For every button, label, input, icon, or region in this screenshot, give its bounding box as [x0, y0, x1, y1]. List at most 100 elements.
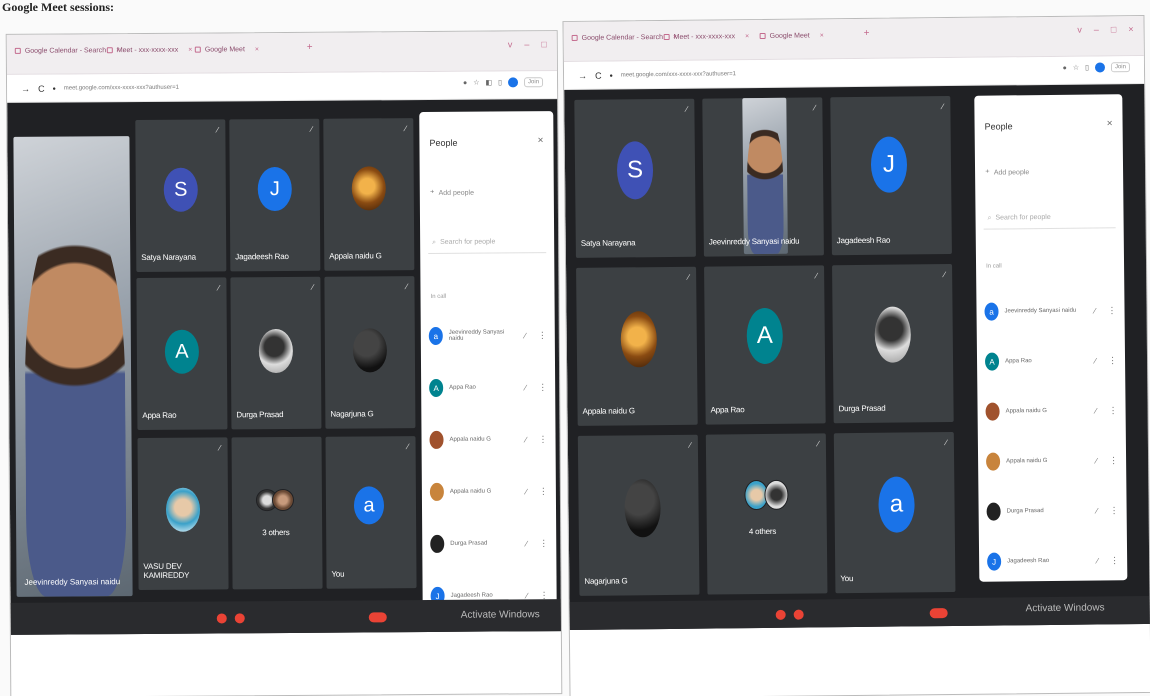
people-list-item[interactable]: a Jeevinreddy Sanyasi naidu ⁄ ⋮ [984, 300, 1117, 321]
new-tab-button[interactable]: + [864, 28, 870, 39]
people-panel: People × ⁺ Add people ⌕ Search for people … [974, 94, 1128, 582]
participant-tile[interactable]: ⁄ VASU DEV KAMIREDDY [137, 437, 229, 591]
minimize-icon[interactable]: – [524, 39, 529, 49]
search-people-input[interactable]: ⌕ Search for people [428, 231, 547, 254]
tablet-icon[interactable]: ▯ [1085, 64, 1089, 72]
participant-tile[interactable]: ⁄ a You [833, 431, 956, 594]
tab-search-icon[interactable]: v [1077, 25, 1082, 35]
more-options-icon[interactable]: ⋮ [538, 434, 547, 445]
url-field[interactable]: meet.google.com/xxx-xxxx-xxx?authuser=1 [64, 84, 179, 91]
activate-windows-watermark: Activate Windows [460, 609, 540, 621]
more-options-icon[interactable]: ⋮ [538, 382, 547, 393]
location-icon[interactable]: ● [463, 79, 467, 86]
people-list-item[interactable]: A Appa Rao ⁄ ⋮ [984, 350, 1117, 371]
participant-tile[interactable]: ⁄ Nagarjuna G [577, 434, 700, 596]
tab-close-icon[interactable]: × [745, 33, 749, 40]
tab-close-icon[interactable]: × [188, 46, 192, 53]
join-button[interactable]: Join [1110, 62, 1131, 73]
reload-icon[interactable]: C [38, 83, 45, 93]
more-options-icon[interactable]: ⋮ [1108, 355, 1117, 366]
more-options-icon[interactable]: ⋮ [1110, 555, 1119, 566]
participant-tile[interactable]: ⁄ Appala naidu G [576, 266, 698, 426]
more-options-icon[interactable]: ⋮ [539, 486, 548, 497]
profile-avatar-icon[interactable] [507, 77, 519, 88]
participant-tile[interactable]: ⁄ Durga Prasad [832, 263, 954, 424]
people-list-item[interactable]: Durga Prasad ⁄ ⋮ [430, 533, 548, 554]
end-call-button[interactable] [929, 608, 948, 619]
participant-tile[interactable]: ⁄ a You [325, 436, 417, 589]
participant-tile[interactable]: ⁄ J Jagadeesh Rao [229, 118, 321, 272]
maximize-icon[interactable]: □ [541, 39, 547, 49]
participant-avatar: a [353, 486, 385, 525]
tablet-icon[interactable]: ▯ [498, 78, 502, 86]
participant-tile[interactable]: ⁄ A Appa Rao [704, 265, 826, 425]
browser-tab-calendar[interactable]: Google Calendar - Search × [571, 30, 678, 45]
add-people-button[interactable]: ⁺ Add people [985, 167, 1029, 178]
close-icon[interactable]: × [538, 135, 544, 146]
people-list-item[interactable]: Appala naidu G ⁄ ⋮ [985, 400, 1118, 421]
mic-off-icon: ⁄ [310, 124, 313, 134]
add-person-icon: ⁺ [429, 187, 435, 198]
browser-tab-google-meet[interactable]: Google Meet × [759, 28, 824, 43]
browser-tabbar: Google Calendar - Search × Meet - xxx-xxx… [563, 15, 1144, 63]
extension-icon[interactable]: ◧ [486, 79, 493, 87]
browser-tab-meet-call[interactable]: Meet - xxx-xxxx-xxx × [663, 29, 750, 44]
search-people-input[interactable]: ⌕ Search for people [983, 206, 1116, 230]
more-options-icon[interactable]: ⋮ [538, 330, 547, 341]
participant-tile[interactable]: ⁄ S Satya Narayana [135, 119, 227, 273]
more-options-icon[interactable]: ⋮ [1110, 505, 1119, 516]
person-name: Appa Rao [1005, 358, 1032, 365]
mic-toggle-button[interactable] [216, 613, 227, 624]
tab-close-icon[interactable]: × [255, 46, 259, 53]
new-tab-button[interactable]: + [307, 42, 313, 53]
tab-close-icon[interactable]: × [820, 32, 824, 39]
participant-tile[interactable]: ⁄ J Jagadeesh Rao [830, 96, 952, 256]
people-panel-title: People [984, 121, 1013, 132]
mic-toggle-button[interactable] [775, 609, 786, 620]
profile-avatar-icon[interactable] [1094, 62, 1106, 73]
star-icon[interactable]: ☆ [473, 79, 479, 87]
participant-tile[interactable]: ⁄ Nagarjuna G [324, 276, 416, 429]
people-list-item[interactable]: Appala naidu G ⁄ ⋮ [429, 429, 548, 450]
people-list-item[interactable]: J Jagadeesh Rao ⁄ ⋮ [987, 550, 1119, 571]
end-call-button[interactable] [368, 612, 387, 623]
people-list-item[interactable]: Durga Prasad ⁄ ⋮ [986, 500, 1119, 521]
tab-search-icon[interactable]: v [508, 39, 513, 49]
participant-name: Appala naidu G [582, 406, 635, 416]
participant-tile[interactable]: ⁄ S Satya Narayana [574, 98, 696, 258]
browser-tab-meet-call[interactable]: Meet - xxx-xxxx-xxx × [106, 43, 193, 58]
close-window-icon[interactable]: × [1128, 24, 1133, 34]
reload-icon[interactable]: C [595, 70, 602, 80]
back-icon[interactable]: → [578, 70, 587, 80]
participant-tile[interactable]: ⁄ 4 others [705, 433, 828, 595]
join-button[interactable]: Join [523, 77, 544, 88]
url-field[interactable]: meet.google.com/xxx-xxxx-xxx?authuser=1 [621, 71, 736, 78]
participant-tile[interactable]: ⁄ Durga Prasad [230, 276, 322, 430]
people-list-item[interactable]: A Appa Rao ⁄ ⋮ [429, 377, 547, 398]
more-options-icon[interactable]: ⋮ [539, 538, 548, 549]
mic-off-icon: ⁄ [219, 443, 221, 453]
people-list-item[interactable]: Appala naidu G ⁄ ⋮ [986, 450, 1118, 471]
people-list-item[interactable]: a Jeevinreddy Sanyasi naidu ⁄ ⋮ [428, 325, 547, 346]
star-icon[interactable]: ☆ [1073, 64, 1079, 72]
more-options-icon[interactable]: ⋮ [1107, 305, 1116, 316]
camera-toggle-button[interactable] [234, 613, 245, 624]
browser-tab-google-meet[interactable]: Google Meet × [194, 42, 259, 56]
location-icon[interactable]: ● [1063, 64, 1067, 71]
participant-tile[interactable]: ⁄ Appala naidu G [323, 118, 415, 271]
camera-toggle-button[interactable] [793, 609, 804, 620]
participant-avatar: a [878, 476, 915, 533]
people-list-item[interactable]: Appala naidu G ⁄ ⋮ [429, 481, 548, 502]
minimize-icon[interactable]: – [1094, 24, 1099, 34]
close-icon[interactable]: × [1107, 118, 1113, 129]
participant-tile[interactable]: 3 others [231, 436, 323, 590]
maximize-icon[interactable]: □ [1111, 24, 1117, 34]
browser-tab-calendar[interactable]: Google Calendar - Search × [14, 43, 121, 58]
back-icon[interactable]: → [21, 83, 30, 93]
more-options-icon[interactable]: ⋮ [1109, 405, 1118, 416]
add-people-button[interactable]: ⁺ Add people [430, 188, 474, 199]
more-options-icon[interactable]: ⋮ [1109, 455, 1118, 466]
participant-tile[interactable]: ⁄ A Appa Rao [136, 277, 228, 431]
participant-tile[interactable]: ⁄ Jeevinreddy Sanyasi naidu [702, 97, 824, 257]
presenter-video[interactable]: Jeevinreddy Sanyasi naidu [13, 136, 133, 597]
